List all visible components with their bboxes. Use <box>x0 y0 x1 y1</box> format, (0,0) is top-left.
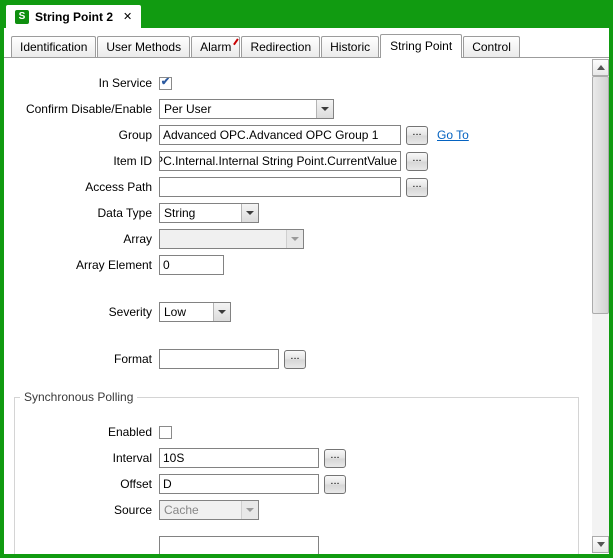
window: S String Point 2 ✕ Identification User M… <box>0 0 613 558</box>
severity-value: Low <box>160 303 213 321</box>
array-element-input[interactable] <box>159 255 224 275</box>
interval-row: Interval ... <box>15 448 578 468</box>
tab-redirection[interactable]: Redirection <box>241 36 320 57</box>
chevron-down-icon <box>316 100 333 118</box>
array-label: Array <box>4 232 152 246</box>
confirm-disable-value: Per User <box>160 100 316 118</box>
enabled-checkbox[interactable] <box>159 426 172 439</box>
group-row: Group ... Go To <box>4 125 592 145</box>
source-label: Source <box>15 503 152 517</box>
tab-alarm[interactable]: Alarm <box>191 36 240 57</box>
modified-indicator-icon <box>233 38 239 45</box>
array-element-row: Array Element <box>4 255 592 275</box>
tab-identification[interactable]: Identification <box>11 36 96 57</box>
format-browse-button[interactable]: ... <box>284 350 306 369</box>
enabled-label: Enabled <box>15 425 152 439</box>
close-icon[interactable]: ✕ <box>123 10 132 23</box>
interval-label: Interval <box>15 451 152 465</box>
format-input[interactable] <box>159 349 279 369</box>
check-icon: ✔ <box>161 77 170 88</box>
tab-control[interactable]: Control <box>463 36 520 57</box>
chevron-down-icon <box>286 230 303 248</box>
access-path-browse-button[interactable]: ... <box>406 178 428 197</box>
access-path-label: Access Path <box>4 180 152 194</box>
scroll-up-button[interactable] <box>592 59 609 76</box>
document-tab[interactable]: S String Point 2 ✕ <box>6 5 141 28</box>
partial-input[interactable] <box>159 536 319 554</box>
confirm-disable-row: Confirm Disable/Enable Per User <box>4 99 592 119</box>
severity-row: Severity Low <box>4 302 592 322</box>
partial-row <box>15 536 578 554</box>
enabled-row: Enabled <box>15 422 578 442</box>
data-type-label: Data Type <box>4 206 152 220</box>
severity-label: Severity <box>4 305 152 319</box>
string-point-icon: S <box>15 10 29 24</box>
synchronous-polling-group: Synchronous Polling Enabled Interval ...… <box>14 390 579 554</box>
confirm-disable-label: Confirm Disable/Enable <box>4 102 152 116</box>
vertical-scrollbar[interactable] <box>592 59 609 553</box>
access-path-input[interactable] <box>159 177 401 197</box>
data-type-select[interactable]: String <box>159 203 259 223</box>
scrollbar-track[interactable] <box>592 76 609 536</box>
format-row: Format ... <box>4 349 592 369</box>
chevron-down-icon <box>241 501 258 519</box>
chevron-down-icon <box>241 204 258 222</box>
format-label: Format <box>4 352 152 366</box>
in-service-label: In Service <box>4 76 152 90</box>
interval-input[interactable] <box>159 448 319 468</box>
array-row: Array <box>4 229 592 249</box>
offset-input[interactable] <box>159 474 319 494</box>
array-select <box>159 229 304 249</box>
tab-historic[interactable]: Historic <box>321 36 379 57</box>
scroll-down-button[interactable] <box>592 536 609 553</box>
in-service-checkbox[interactable]: ✔ <box>159 77 172 90</box>
group-input[interactable] <box>159 125 401 145</box>
array-value <box>160 230 286 248</box>
item-id-input[interactable]: ced OPC.Internal.Internal String Point.C… <box>159 151 401 171</box>
titlebar: S String Point 2 ✕ <box>0 0 613 28</box>
synchronous-polling-title: Synchronous Polling <box>20 390 137 404</box>
source-value: Cache <box>160 501 241 519</box>
offset-label: Offset <box>15 477 152 491</box>
form-page: In Service ✔ Confirm Disable/Enable Per … <box>4 58 592 554</box>
tab-label: Alarm <box>200 40 231 54</box>
scrollbar-thumb[interactable] <box>592 76 609 314</box>
severity-select[interactable]: Low <box>159 302 231 322</box>
interval-browse-button[interactable]: ... <box>324 449 346 468</box>
data-type-row: Data Type String <box>4 203 592 223</box>
access-path-row: Access Path ... <box>4 177 592 197</box>
group-goto-link[interactable]: Go To <box>437 128 469 142</box>
offset-row: Offset ... <box>15 474 578 494</box>
tab-string-point[interactable]: String Point <box>380 34 462 58</box>
item-id-row: Item ID ced OPC.Internal.Internal String… <box>4 151 592 171</box>
tab-strip: Identification User Methods Alarm Redire… <box>4 28 609 58</box>
offset-browse-button[interactable]: ... <box>324 475 346 494</box>
up-arrow-icon <box>597 65 605 70</box>
array-element-label: Array Element <box>4 258 152 272</box>
data-type-value: String <box>160 204 241 222</box>
group-browse-button[interactable]: ... <box>406 126 428 145</box>
source-select: Cache <box>159 500 259 520</box>
item-id-label: Item ID <box>4 154 152 168</box>
confirm-disable-select[interactable]: Per User <box>159 99 334 119</box>
source-row: Source Cache <box>15 500 578 520</box>
form-window: Identification User Methods Alarm Redire… <box>4 28 609 554</box>
group-label: Group <box>4 128 152 142</box>
item-id-browse-button[interactable]: ... <box>406 152 428 171</box>
down-arrow-icon <box>597 542 605 547</box>
document-title: String Point 2 <box>35 10 113 24</box>
chevron-down-icon <box>213 303 230 321</box>
tab-user-methods[interactable]: User Methods <box>97 36 190 57</box>
in-service-row: In Service ✔ <box>4 73 592 93</box>
